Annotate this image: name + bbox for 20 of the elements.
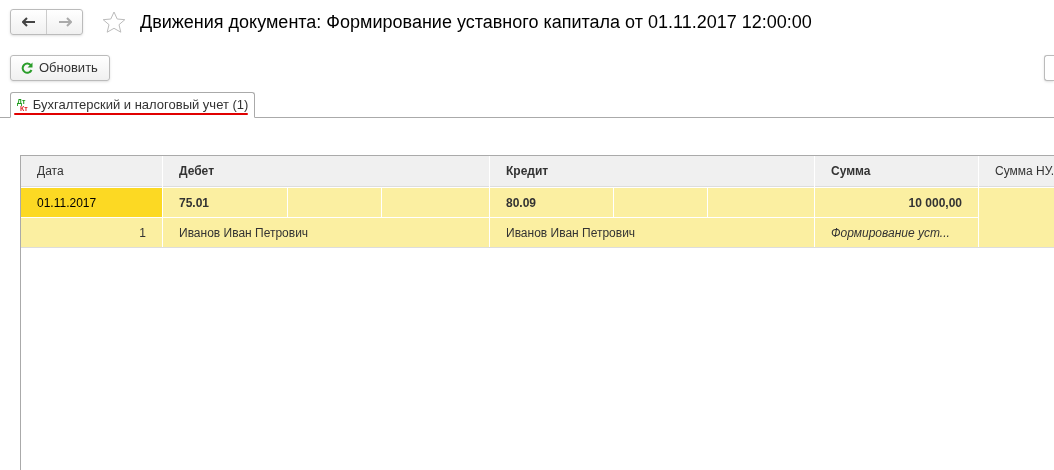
- refresh-icon: [21, 62, 33, 74]
- column-header[interactable]: Сумма НУ.: [979, 156, 1054, 187]
- star-icon[interactable]: [102, 10, 126, 34]
- table-cell: 80.09: [490, 188, 613, 217]
- column-header[interactable]: Сумма: [815, 156, 978, 187]
- table-cell: 01.11.2017: [21, 188, 162, 217]
- column-header[interactable]: Кредит: [490, 156, 814, 187]
- window-title: Движения документа: Формирование уставного капитала от 01.11.2017 12:00:00: [140, 10, 812, 34]
- table-cell: Формирование уст...: [815, 218, 978, 247]
- back-arrow-icon: [21, 17, 36, 27]
- table-cell: Иванов Иван Петрович: [490, 218, 814, 247]
- toolbar-button[interactable]: [1044, 55, 1054, 81]
- column-header[interactable]: Дата: [21, 156, 162, 187]
- table-cell: Иванов Иван Петрович: [163, 218, 489, 247]
- table-cell: 75.01: [163, 188, 287, 217]
- forward-arrow-icon: [57, 17, 72, 27]
- table-cell: 1: [21, 218, 162, 247]
- refresh-button[interactable]: Обновить: [10, 55, 110, 81]
- column-header[interactable]: Дебет: [163, 156, 489, 187]
- table-cell: 10 000,00: [815, 188, 978, 217]
